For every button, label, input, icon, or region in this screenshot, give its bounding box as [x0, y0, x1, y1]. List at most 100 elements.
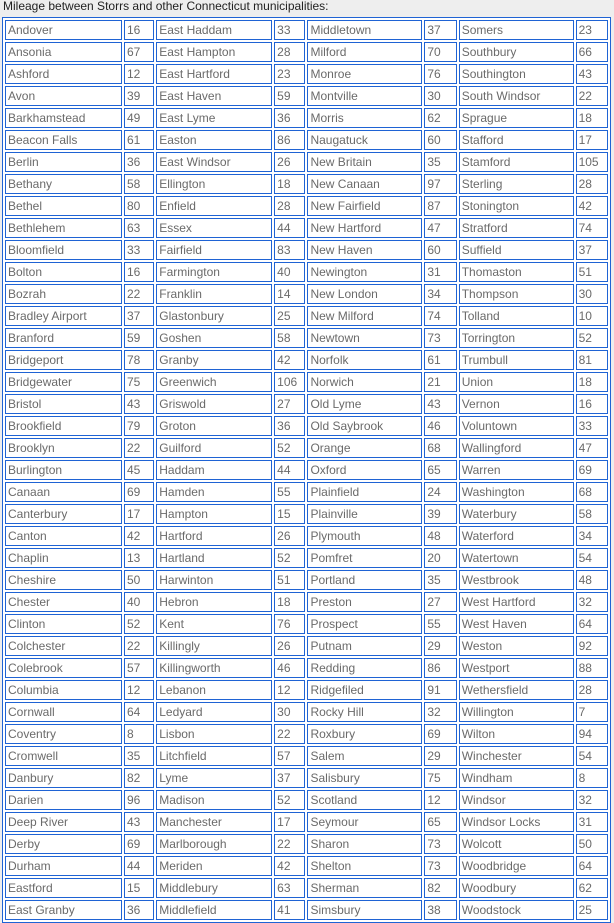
- town-name-cell: Manchester: [156, 812, 273, 832]
- mileage-cell: 40: [123, 592, 155, 612]
- town-name-cell: Newington: [307, 262, 423, 282]
- table-row: East Granby 36 Middlefield 41 Simsbury 38 Wood…: [5, 900, 608, 920]
- table-row: Brooklyn 22 Guilford 52 Orange 68 Wallingford 4…: [5, 438, 608, 458]
- mileage-cell: 41: [274, 900, 306, 920]
- mileage-cell: 30: [424, 86, 457, 106]
- town-name-cell: West Haven: [458, 614, 574, 634]
- mileage-cell: 64: [575, 614, 608, 634]
- town-name-cell: Bozrah: [5, 284, 122, 304]
- table-row: Brookfield 79 Groton 36 Old Saybrook 46 Volunt…: [5, 416, 608, 436]
- mileage-cell: 69: [123, 834, 155, 854]
- mileage-cell: 76: [424, 64, 457, 84]
- mileage-cell: 46: [274, 658, 306, 678]
- mileage-cell: 73: [424, 856, 457, 876]
- mileage-cell: 78: [123, 350, 155, 370]
- mileage-cell: 17: [274, 812, 306, 832]
- town-name-cell: Marlborough: [156, 834, 273, 854]
- mileage-cell: 52: [274, 790, 306, 810]
- mileage-cell: 42: [575, 196, 608, 216]
- mileage-cell: 50: [575, 834, 608, 854]
- town-name-cell: Plymouth: [307, 526, 423, 546]
- town-name-cell: East Granby: [5, 900, 122, 920]
- town-name-cell: Danbury: [5, 768, 122, 788]
- mileage-cell: 86: [274, 130, 306, 150]
- mileage-cell: 15: [274, 504, 306, 524]
- mileage-table-body: Andover 16 East Haddam 33 Middletown 37 Somers…: [5, 20, 608, 920]
- mileage-cell: 86: [424, 658, 457, 678]
- mileage-cell: 29: [424, 636, 457, 656]
- mileage-cell: 32: [575, 592, 608, 612]
- town-name-cell: Bloomfield: [5, 240, 122, 260]
- town-name-cell: Ellington: [156, 174, 273, 194]
- mileage-cell: 8: [123, 724, 155, 744]
- mileage-cell: 16: [123, 262, 155, 282]
- mileage-cell: 74: [575, 218, 608, 238]
- town-name-cell: Lisbon: [156, 724, 273, 744]
- town-name-cell: Scotland: [307, 790, 423, 810]
- town-name-cell: Naugatuck: [307, 130, 423, 150]
- mileage-cell: 59: [274, 86, 306, 106]
- town-name-cell: Woodstock: [458, 900, 574, 920]
- mileage-cell: 38: [424, 900, 457, 920]
- mileage-cell: 32: [575, 790, 608, 810]
- town-name-cell: Middlebury: [156, 878, 273, 898]
- town-name-cell: Plainville: [307, 504, 423, 524]
- mileage-cell: 17: [575, 130, 608, 150]
- mileage-cell: 65: [424, 812, 457, 832]
- town-name-cell: Vernon: [458, 394, 574, 414]
- mileage-cell: 55: [274, 482, 306, 502]
- mileage-cell: 24: [424, 482, 457, 502]
- table-row: Cromwell 35 Litchfield 57 Salem 29 Winchester 5…: [5, 746, 608, 766]
- mileage-cell: 52: [123, 614, 155, 634]
- town-name-cell: Franklin: [156, 284, 273, 304]
- town-name-cell: Berlin: [5, 152, 122, 172]
- mileage-cell: 33: [123, 240, 155, 260]
- mileage-cell: 37: [424, 20, 457, 40]
- town-name-cell: Canton: [5, 526, 122, 546]
- town-name-cell: Litchfield: [156, 746, 273, 766]
- table-row: Barkhamstead 49 East Lyme 36 Morris 62 Sprague…: [5, 108, 608, 128]
- town-name-cell: Bridgewater: [5, 372, 122, 392]
- town-name-cell: Cornwall: [5, 702, 122, 722]
- mileage-cell: 80: [123, 196, 155, 216]
- mileage-cell: 23: [575, 20, 608, 40]
- town-name-cell: Ashford: [5, 64, 122, 84]
- town-name-cell: Windsor Locks: [458, 812, 574, 832]
- town-name-cell: Lebanon: [156, 680, 273, 700]
- town-name-cell: Westbrook: [458, 570, 574, 590]
- town-name-cell: Shelton: [307, 856, 423, 876]
- town-name-cell: Glastonbury: [156, 306, 273, 326]
- town-name-cell: Monroe: [307, 64, 423, 84]
- table-row: Cornwall 64 Ledyard 30 Rocky Hill 32 Willingto…: [5, 702, 608, 722]
- mileage-cell: 44: [274, 460, 306, 480]
- town-name-cell: Griswold: [156, 394, 273, 414]
- mileage-cell: 43: [575, 64, 608, 84]
- town-name-cell: Wilton: [458, 724, 574, 744]
- mileage-cell: 20: [424, 548, 457, 568]
- table-row: Bridgeport 78 Granby 42 Norfolk 61 Trumbull 81: [5, 350, 608, 370]
- town-name-cell: New Milford: [307, 306, 423, 326]
- table-row: Bradley Airport 37 Glastonbury 25 New Milfor…: [5, 306, 608, 326]
- town-name-cell: Westport: [458, 658, 574, 678]
- mileage-cell: 39: [424, 504, 457, 524]
- town-name-cell: New Fairfield: [307, 196, 423, 216]
- town-name-cell: Middletown: [307, 20, 423, 40]
- town-name-cell: Avon: [5, 86, 122, 106]
- mileage-cell: 40: [274, 262, 306, 282]
- town-name-cell: Bridgeport: [5, 350, 122, 370]
- mileage-cell: 36: [123, 152, 155, 172]
- town-name-cell: Norfolk: [307, 350, 423, 370]
- mileage-cell: 13: [123, 548, 155, 568]
- town-name-cell: New Canaan: [307, 174, 423, 194]
- mileage-cell: 35: [424, 152, 457, 172]
- mileage-cell: 96: [123, 790, 155, 810]
- town-name-cell: Weston: [458, 636, 574, 656]
- town-name-cell: Canterbury: [5, 504, 122, 524]
- mileage-cell: 12: [424, 790, 457, 810]
- mileage-cell: 31: [424, 262, 457, 282]
- table-row: Coventry 8 Lisbon 22 Roxbury 69 Wilton 94: [5, 724, 608, 744]
- town-name-cell: New Hartford: [307, 218, 423, 238]
- mileage-cell: 47: [424, 218, 457, 238]
- mileage-cell: 28: [575, 174, 608, 194]
- table-row: Canton 42 Hartford 26 Plymouth 48 Waterford 34: [5, 526, 608, 546]
